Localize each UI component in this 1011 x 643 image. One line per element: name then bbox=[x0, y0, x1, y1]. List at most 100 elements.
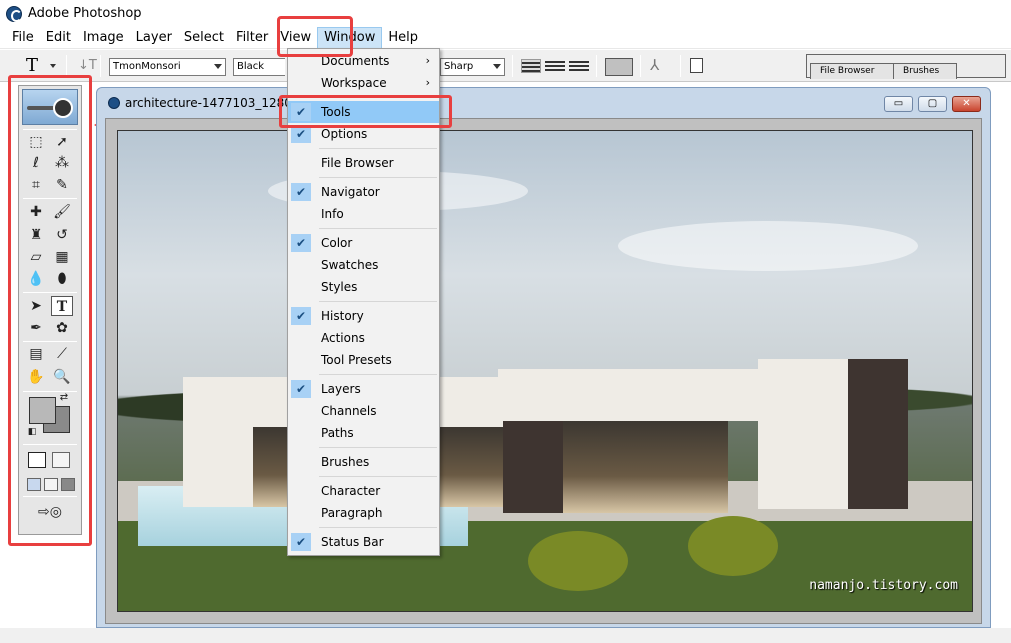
canvas-area[interactable]: namanjo.tistory.com bbox=[105, 118, 982, 624]
warp-text-icon[interactable]: ⅄ bbox=[650, 56, 659, 74]
check-icon: ✔ bbox=[291, 183, 311, 201]
check-icon: ✔ bbox=[291, 234, 311, 252]
submenu-arrow-icon: › bbox=[425, 54, 430, 67]
minimize-button[interactable]: ▭ bbox=[884, 96, 913, 112]
menu-item-navigator[interactable]: ✔ Navigator bbox=[288, 181, 439, 203]
menu-item-label: Color bbox=[321, 236, 353, 250]
menu-item-label: Layers bbox=[321, 382, 361, 396]
menu-separator bbox=[319, 447, 437, 448]
menu-item-swatches[interactable]: Swatches bbox=[288, 254, 439, 276]
menu-item-history[interactable]: ✔ History bbox=[288, 305, 439, 327]
menu-separator bbox=[319, 527, 437, 528]
shrub bbox=[528, 531, 628, 591]
menu-filter[interactable]: Filter bbox=[230, 27, 274, 49]
submenu-arrow-icon: › bbox=[425, 76, 430, 89]
menu-item-color[interactable]: ✔ Color bbox=[288, 232, 439, 254]
options-separator bbox=[596, 55, 597, 77]
menu-separator bbox=[319, 374, 437, 375]
text-orientation-icon[interactable]: ↓T bbox=[78, 58, 97, 73]
text-color-swatch[interactable] bbox=[605, 58, 633, 76]
menu-layer[interactable]: Layer bbox=[130, 27, 178, 49]
chevron-down-icon bbox=[214, 64, 222, 69]
options-separator bbox=[66, 55, 67, 77]
house-wall-right bbox=[758, 359, 848, 509]
check-icon: ✔ bbox=[291, 307, 311, 325]
antialias-select[interactable]: Sharp bbox=[440, 58, 505, 76]
shrub bbox=[688, 516, 778, 576]
menu-item-character[interactable]: Character bbox=[288, 480, 439, 502]
tab-file-browser[interactable]: File Browser bbox=[810, 63, 896, 79]
type-tool-preset-icon[interactable]: T bbox=[26, 55, 38, 76]
menu-item-info[interactable]: Info bbox=[288, 203, 439, 225]
align-center-button[interactable] bbox=[545, 59, 565, 73]
maximize-button[interactable]: ▢ bbox=[918, 96, 947, 112]
check-icon: ✔ bbox=[291, 380, 311, 398]
menu-edit[interactable]: Edit bbox=[40, 27, 77, 49]
preset-dropdown-icon[interactable] bbox=[50, 64, 56, 68]
menu-item-tool-presets[interactable]: Tool Presets bbox=[288, 349, 439, 371]
cloud-shape bbox=[618, 221, 918, 271]
document-title: architecture-1477103_1280.j bbox=[125, 96, 300, 110]
menu-item-label: Tool Presets bbox=[321, 353, 392, 367]
menu-item-label: Channels bbox=[321, 404, 377, 418]
watermark-text: namanjo.tistory.com bbox=[809, 578, 958, 593]
close-button[interactable]: ✕ bbox=[952, 96, 981, 112]
canvas-image[interactable]: namanjo.tistory.com bbox=[117, 130, 973, 612]
menu-item-label: Actions bbox=[321, 331, 365, 345]
menu-item-label: File Browser bbox=[321, 156, 394, 170]
menu-separator bbox=[319, 148, 437, 149]
tools-item-highlight-frame bbox=[279, 95, 452, 128]
menu-item-label: History bbox=[321, 309, 364, 323]
menu-item-layers[interactable]: ✔ Layers bbox=[288, 378, 439, 400]
menu-item-label: Paths bbox=[321, 426, 354, 440]
app-title: Adobe Photoshop bbox=[28, 6, 142, 21]
menu-item-styles[interactable]: Styles bbox=[288, 276, 439, 298]
menu-item-label: Paragraph bbox=[321, 506, 383, 520]
menu-select[interactable]: Select bbox=[178, 27, 230, 49]
document-icon bbox=[108, 97, 120, 109]
menu-item-workspace[interactable]: Workspace › bbox=[288, 72, 439, 94]
align-left-button[interactable] bbox=[521, 59, 541, 73]
font-family-value: TmonMonsori bbox=[113, 61, 181, 72]
font-style-select[interactable]: Black bbox=[233, 58, 285, 76]
menu-item-label: Status Bar bbox=[321, 535, 384, 549]
menu-help[interactable]: Help bbox=[382, 27, 424, 49]
chevron-down-icon bbox=[493, 64, 501, 69]
window-menu-highlight-frame bbox=[277, 16, 353, 57]
menu-item-label: Swatches bbox=[321, 258, 379, 272]
menubar: File Edit Image Layer Select Filter View… bbox=[0, 26, 1011, 49]
palettes-toggle-icon[interactable] bbox=[690, 58, 703, 73]
document-titlebar[interactable]: architecture-1477103_1280.j ▭ ▢ ✕ bbox=[97, 88, 990, 118]
menu-item-label: Character bbox=[321, 484, 381, 498]
house-wall-top-right bbox=[498, 369, 758, 421]
align-right-button[interactable] bbox=[569, 59, 589, 73]
font-style-value: Black bbox=[237, 61, 265, 72]
tab-brushes[interactable]: Brushes bbox=[893, 63, 957, 79]
menu-item-label: Info bbox=[321, 207, 344, 221]
menu-item-label: Workspace bbox=[321, 76, 387, 90]
menu-item-label: Options bbox=[321, 127, 368, 141]
antialias-value: Sharp bbox=[444, 61, 474, 72]
house-wood-panel bbox=[848, 359, 908, 509]
document-window: architecture-1477103_1280.j ▭ ▢ ✕ namanj… bbox=[96, 87, 991, 628]
menu-item-file-browser[interactable]: File Browser bbox=[288, 152, 439, 174]
menu-item-paragraph[interactable]: Paragraph bbox=[288, 502, 439, 524]
toolbox-highlight-frame bbox=[8, 75, 92, 546]
bottom-strip bbox=[0, 628, 1011, 643]
menu-item-status-bar[interactable]: ✔ Status Bar bbox=[288, 531, 439, 553]
menu-item-brushes[interactable]: Brushes bbox=[288, 451, 439, 473]
house-glass-right bbox=[563, 421, 728, 513]
menu-item-label: Styles bbox=[321, 280, 358, 294]
menu-item-actions[interactable]: Actions bbox=[288, 327, 439, 349]
house-wall-left bbox=[183, 377, 253, 507]
menu-item-channels[interactable]: Channels bbox=[288, 400, 439, 422]
menu-image[interactable]: Image bbox=[77, 27, 130, 49]
menu-item-paths[interactable]: Paths bbox=[288, 422, 439, 444]
font-family-select[interactable]: TmonMonsori bbox=[109, 58, 226, 76]
menu-file[interactable]: File bbox=[6, 27, 40, 49]
options-separator bbox=[640, 55, 641, 77]
house-dark-panel bbox=[503, 421, 563, 513]
menu-separator bbox=[319, 228, 437, 229]
options-separator bbox=[512, 55, 513, 77]
menu-separator bbox=[319, 476, 437, 477]
